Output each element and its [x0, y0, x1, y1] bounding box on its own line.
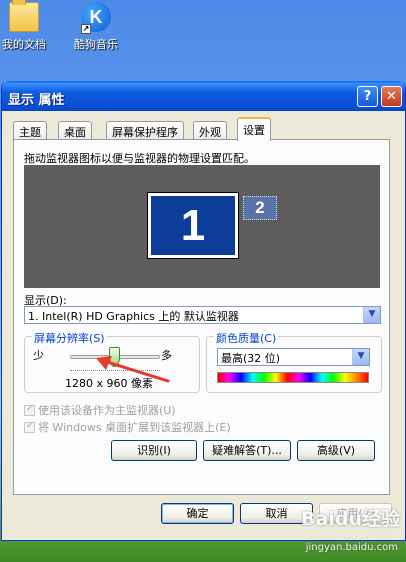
extend-desktop-checkbox[interactable]: 将 Windows 桌面扩展到该监视器上(E): [24, 419, 231, 435]
display-select-value: 1. Intel(R) HD Graphics 上的 默认监视器: [28, 310, 239, 323]
close-button[interactable]: ✕: [381, 86, 402, 107]
color-quality-group-title: 颜色质量(C): [214, 330, 279, 346]
desktop-icon-my-documents[interactable]: 我的文档: [0, 0, 54, 52]
checkbox-box[interactable]: [24, 403, 35, 416]
desktop-icon-label: 我的文档: [2, 38, 46, 51]
resolution-less-label: 少: [33, 349, 44, 362]
extend-desktop-label: 将 Windows 桌面扩展到该监视器上(E): [38, 421, 231, 434]
desktop-icon-kugou[interactable]: K ↗ 酷狗音乐: [66, 2, 126, 52]
monitor-1-label: 1: [180, 201, 206, 250]
settings-panel: 拖动监视器图标以便与监视器的物理设置匹配。 1 2 显示(D): 1. Inte…: [13, 139, 390, 495]
resolution-group-title: 屏幕分辨率(S): [32, 330, 107, 346]
monitor-1-icon[interactable]: 1: [147, 192, 239, 259]
baidu-watermark-url: jingyan.baidu.com: [305, 542, 398, 553]
resolution-value: 1280 x 960 像素: [65, 377, 153, 390]
tab-screensaver[interactable]: 屏幕保护程序: [106, 121, 184, 140]
title-bar[interactable]: 显示 属性 ? ✕: [2, 81, 405, 111]
window-title: 显示 属性: [8, 93, 65, 108]
monitor-2-icon[interactable]: 2: [243, 196, 277, 220]
instruction-text: 拖动监视器图标以便与监视器的物理设置匹配。: [24, 152, 255, 165]
primary-monitor-label: 使用该设备作为主监视器(U): [38, 404, 176, 417]
color-quality-select[interactable]: 最高(32 位) ▼: [217, 348, 370, 366]
advanced-button[interactable]: 高级(V): [297, 440, 375, 461]
color-quality-value: 最高(32 位): [221, 352, 281, 365]
display-select[interactable]: 1. Intel(R) HD Graphics 上的 默认监视器 ▼: [24, 306, 381, 324]
desktop-icon-label: 酷狗音乐: [74, 38, 118, 51]
baidu-watermark: Baidu经验: [301, 508, 400, 530]
folder-icon: [9, 0, 39, 32]
resolution-more-label: 多: [161, 349, 172, 362]
ok-button[interactable]: 确定: [161, 503, 234, 524]
resolution-group: 屏幕分辨率(S) 少 多 1280 x 960 像素: [24, 330, 200, 393]
tab-desktop[interactable]: 桌面: [58, 121, 92, 140]
tab-appearance[interactable]: 外观: [193, 121, 227, 140]
troubleshoot-button[interactable]: 疑难解答(T)...: [203, 440, 291, 461]
tab-settings[interactable]: 设置: [237, 117, 271, 141]
checkbox-box[interactable]: [24, 420, 35, 433]
tab-themes[interactable]: 主题: [13, 121, 47, 140]
slider-ticks: [70, 370, 160, 373]
color-spectrum-bar: [217, 372, 369, 383]
resolution-slider-thumb[interactable]: [109, 347, 121, 367]
color-quality-group: 颜色质量(C) 最高(32 位) ▼: [206, 330, 382, 393]
chevron-down-icon[interactable]: ▼: [363, 307, 380, 323]
display-properties-window: 显示 属性 ? ✕ 主题 桌面 屏幕保护程序 外观 设置 拖动监视器图标以便与监…: [1, 81, 406, 541]
identify-button[interactable]: 识别(I): [111, 440, 197, 461]
monitor-arrangement-area[interactable]: 1 2: [24, 165, 380, 288]
shortcut-arrow-icon: ↗: [81, 24, 91, 34]
monitor-2-label: 2: [255, 198, 265, 217]
chevron-down-icon[interactable]: ▼: [352, 349, 369, 365]
help-button[interactable]: ?: [357, 86, 378, 107]
primary-monitor-checkbox[interactable]: 使用该设备作为主监视器(U): [24, 402, 176, 418]
kugou-music-icon: K ↗: [81, 2, 111, 34]
